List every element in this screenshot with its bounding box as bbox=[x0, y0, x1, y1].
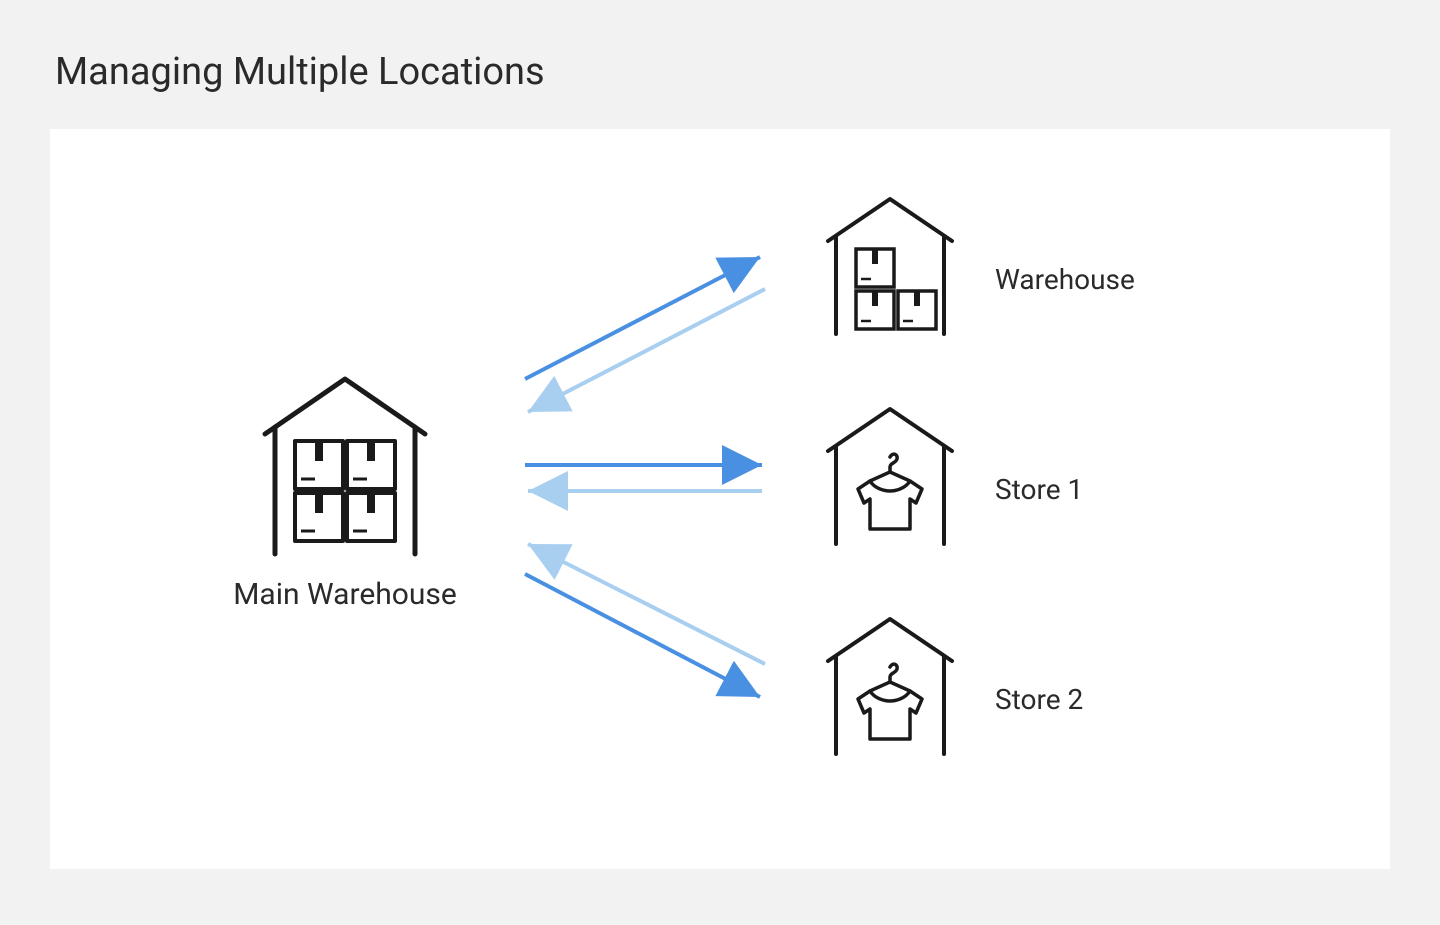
store2-icon bbox=[828, 619, 952, 754]
warehouse-node: Warehouse bbox=[828, 199, 1135, 334]
arrow-warehouse-to-main bbox=[528, 289, 765, 412]
arrow-main-to-store2 bbox=[525, 574, 760, 697]
page-title: Managing Multiple Locations bbox=[55, 50, 1390, 94]
arrow-store2-to-main bbox=[528, 544, 765, 664]
main-warehouse-node: Main Warehouse bbox=[233, 379, 457, 612]
main-warehouse-label: Main Warehouse bbox=[233, 577, 457, 612]
store1-node: Store 1 bbox=[828, 409, 1083, 544]
main-warehouse-icon bbox=[265, 379, 425, 554]
store1-icon bbox=[828, 409, 952, 544]
store1-label: Store 1 bbox=[995, 473, 1083, 506]
arrow-main-to-warehouse bbox=[525, 257, 760, 379]
diagram-container: Main Warehouse bbox=[50, 129, 1390, 869]
store2-label: Store 2 bbox=[995, 683, 1083, 716]
locations-diagram: Main Warehouse bbox=[50, 129, 1390, 869]
store2-node: Store 2 bbox=[828, 619, 1083, 754]
warehouse-label: Warehouse bbox=[995, 263, 1135, 296]
warehouse-icon bbox=[828, 199, 952, 334]
